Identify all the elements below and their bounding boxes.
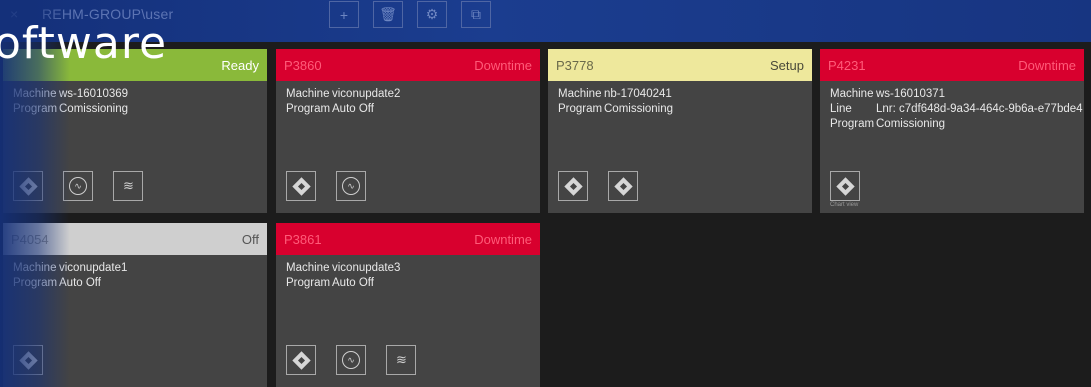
network-button[interactable]: ⧉ (461, 1, 491, 28)
gear-icon: ⚙ (425, 6, 439, 22)
machine-value: viconupdate3 (332, 262, 401, 274)
overlay-title: oftware (0, 18, 168, 69)
machine-tile[interactable]: P3860 Downtime Machine viconupdate2 Progr… (276, 49, 540, 213)
delete-button[interactable]: 🗑 (373, 1, 403, 28)
waveform-icon: ∿ (342, 177, 360, 195)
tile-actions: ∿ ≋ (286, 345, 416, 375)
diamond-icon (291, 350, 311, 370)
network-icon: ⧉ (471, 6, 481, 22)
waveform-icon: ∿ (342, 351, 360, 369)
tile-actions (13, 345, 43, 375)
status-badge: Setup (770, 57, 804, 73)
machine-value: nb-17040241 (604, 88, 672, 100)
tile-info: Machine viconupdate2 Program Auto Off (286, 87, 400, 117)
status-badge: Downtime (474, 57, 532, 73)
tile-id: P3778 (556, 57, 594, 73)
machine-label: Machine (286, 262, 330, 274)
tile-header: P3861 Downtime (276, 223, 540, 255)
program-value: Auto Off (332, 277, 374, 289)
machine-tile[interactable]: Ready Machine ws-16010369 Program Comissio… (3, 49, 267, 213)
waveform-icon: ∿ (69, 177, 87, 195)
diamond-icon (291, 176, 311, 196)
tile-info: Machine ws-16010369 Program Comissioning (13, 87, 128, 117)
tile-actions: ∿ ≋ (13, 171, 143, 201)
program-value: Comissioning (876, 118, 946, 130)
machine-value: viconupdate2 (332, 88, 401, 100)
diamond-button[interactable] (608, 171, 638, 201)
status-badge: Downtime (1018, 57, 1076, 73)
icon-caption: Chart view (830, 202, 859, 208)
program-label: Program (13, 277, 58, 289)
status-badge: Downtime (474, 231, 532, 247)
plus-icon: + (339, 6, 349, 23)
machine-label: Machine (830, 88, 874, 100)
wave-button[interactable]: ∿ (336, 345, 366, 375)
program-value: Comissioning (59, 103, 129, 115)
lines-icon: ≋ (123, 178, 134, 193)
status-badge: Off (241, 231, 259, 247)
diamond-button[interactable] (13, 345, 43, 375)
settings-button[interactable]: ⚙ (417, 1, 447, 28)
tile-id: P4054 (11, 231, 49, 247)
tile-info: Machine nb-17040241 Program Comissioning (558, 87, 673, 117)
tile-id: P3860 (284, 57, 322, 73)
diamond-button[interactable] (830, 171, 860, 201)
machine-label: Machine (558, 88, 602, 100)
program-value: Auto Off (59, 277, 101, 289)
tile-actions: ∿ (286, 171, 366, 201)
line-label: Line (830, 103, 852, 115)
chart-button[interactable]: ≋ (386, 345, 416, 375)
tile-id: P4231 (828, 57, 866, 73)
machine-value: ws-16010371 (876, 88, 946, 100)
tile-header: P4054 Off (3, 223, 267, 255)
diamond-button[interactable] (286, 345, 316, 375)
diamond-icon (18, 350, 38, 370)
machine-value: ws-16010369 (59, 88, 129, 100)
tile-actions (830, 171, 860, 201)
program-label: Program (830, 118, 875, 130)
tile-header: P3860 Downtime (276, 49, 540, 81)
tile-header: P3778 Setup (548, 49, 812, 81)
tile-header: P4231 Downtime (820, 49, 1084, 81)
program-label: Program (286, 103, 331, 115)
machine-label: Machine (13, 262, 57, 274)
diamond-button[interactable] (286, 171, 316, 201)
machine-label: Machine (13, 88, 57, 100)
diamond-button[interactable] (13, 171, 43, 201)
diamond-button[interactable] (558, 171, 588, 201)
program-label: Program (286, 277, 331, 289)
machine-tile[interactable]: P4231 Downtime Machine ws-16010371 Line Ln… (820, 49, 1084, 213)
machine-tile[interactable]: P3861 Downtime Machine viconupdate3 Progr… (276, 223, 540, 387)
tile-info: Machine viconupdate3 Program Auto Off (286, 261, 400, 291)
program-label: Program (13, 103, 58, 115)
diamond-icon (613, 176, 633, 196)
line-value: Lnr: c7df648d-9a34-464c-9b6a-e77bde4 (876, 103, 1083, 115)
lines-icon: ≋ (396, 352, 407, 367)
diamond-icon (563, 176, 583, 196)
machine-tile[interactable]: P4054 Off Machine viconupdate1 Program Aut… (3, 223, 267, 387)
program-value: Comissioning (604, 103, 674, 115)
wave-button[interactable]: ∿ (63, 171, 93, 201)
machine-value: viconupdate1 (59, 262, 128, 274)
tile-info: Machine viconupdate1 Program Auto Off (13, 261, 127, 291)
program-value: Auto Off (332, 103, 374, 115)
program-label: Program (558, 103, 603, 115)
add-button[interactable]: + (329, 1, 359, 28)
wave-button[interactable]: ∿ (336, 171, 366, 201)
tile-info: Machine ws-16010371 Line Lnr: c7df648d-9a3… (830, 87, 1083, 132)
trash-icon: 🗑 (379, 6, 397, 22)
tile-id: P3861 (284, 231, 322, 247)
diamond-icon (835, 176, 855, 196)
machine-label: Machine (286, 88, 330, 100)
chart-button[interactable]: ≋ (113, 171, 143, 201)
status-badge: Ready (221, 57, 259, 73)
tile-actions (558, 171, 638, 201)
diamond-icon (18, 176, 38, 196)
machine-tile[interactable]: P3778 Setup Machine nb-17040241 Program Co… (548, 49, 812, 213)
